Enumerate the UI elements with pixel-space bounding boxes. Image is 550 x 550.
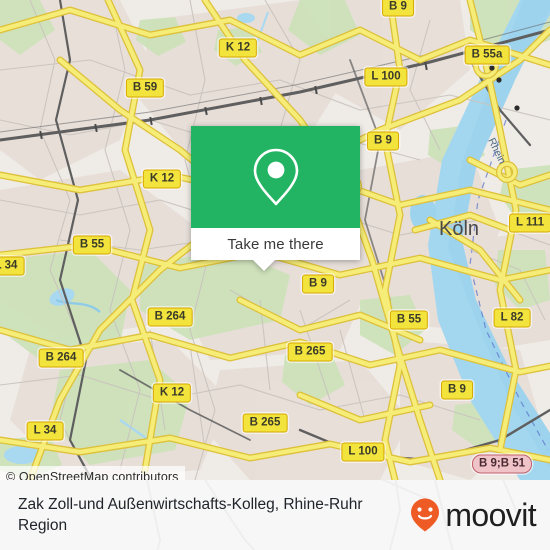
callout-pointer-tail	[253, 260, 275, 271]
road-shield: B 9;B 51	[471, 454, 533, 474]
road-shield: B 264	[38, 348, 84, 368]
road-shield: B 264	[147, 307, 193, 327]
road-shield: L 82	[493, 308, 531, 328]
callout-action[interactable]: Take me there	[191, 228, 360, 260]
road-shield: B 55	[389, 310, 429, 330]
road-shield: B 265	[242, 413, 288, 433]
road-shield: K 12	[218, 38, 258, 58]
footer-content: Zak Zoll-und Außenwirtschafts-Kolleg, Rh…	[0, 480, 550, 550]
footer-bar: Zak Zoll-und Außenwirtschafts-Kolleg, Rh…	[0, 480, 550, 550]
road-shield: K 12	[142, 169, 182, 189]
road-shield: B 9	[367, 131, 399, 151]
moovit-brand[interactable]: moovit	[408, 496, 537, 534]
location-callout-card[interactable]: Take me there	[191, 126, 360, 271]
callout-header	[191, 126, 360, 228]
road-shield: B 59	[125, 78, 165, 98]
osm-attribution-text: © OpenStreetMap contributors	[6, 470, 179, 480]
road-shield: L 34	[0, 256, 25, 276]
map-pin-icon	[253, 148, 298, 206]
city-label-koln: Köln	[439, 218, 479, 240]
osm-attribution[interactable]: © OpenStreetMap contributors	[0, 466, 185, 480]
map-viewport[interactable]: Köln Rhein B 9B 55a K 12 L 100 B 59 B 9K 12 L…	[0, 0, 550, 480]
place-title: Zak Zoll-und Außenwirtschafts-Kolleg, Rh…	[18, 496, 363, 534]
road-shield: B 265	[287, 342, 333, 362]
road-shield: B 55	[72, 235, 112, 255]
road-shield: L 100	[341, 442, 385, 462]
road-shield: K 12	[152, 383, 192, 403]
road-shield: L 100	[364, 67, 408, 87]
road-shield: B 9	[382, 0, 414, 17]
road-shield: B 9	[302, 274, 334, 294]
road-shield: L 34	[26, 421, 64, 441]
road-shield: B 55a	[464, 45, 510, 65]
moovit-pin-smile-icon	[411, 498, 440, 532]
moovit-wordmark: moovit	[445, 496, 536, 533]
map-screenshot: Köln Rhein B 9B 55a K 12 L 100 B 59 B 9K 12 L…	[0, 0, 550, 550]
take-me-there-label: Take me there	[227, 235, 324, 253]
road-shield: L 111	[509, 213, 550, 233]
road-shield: B 9	[441, 380, 473, 400]
